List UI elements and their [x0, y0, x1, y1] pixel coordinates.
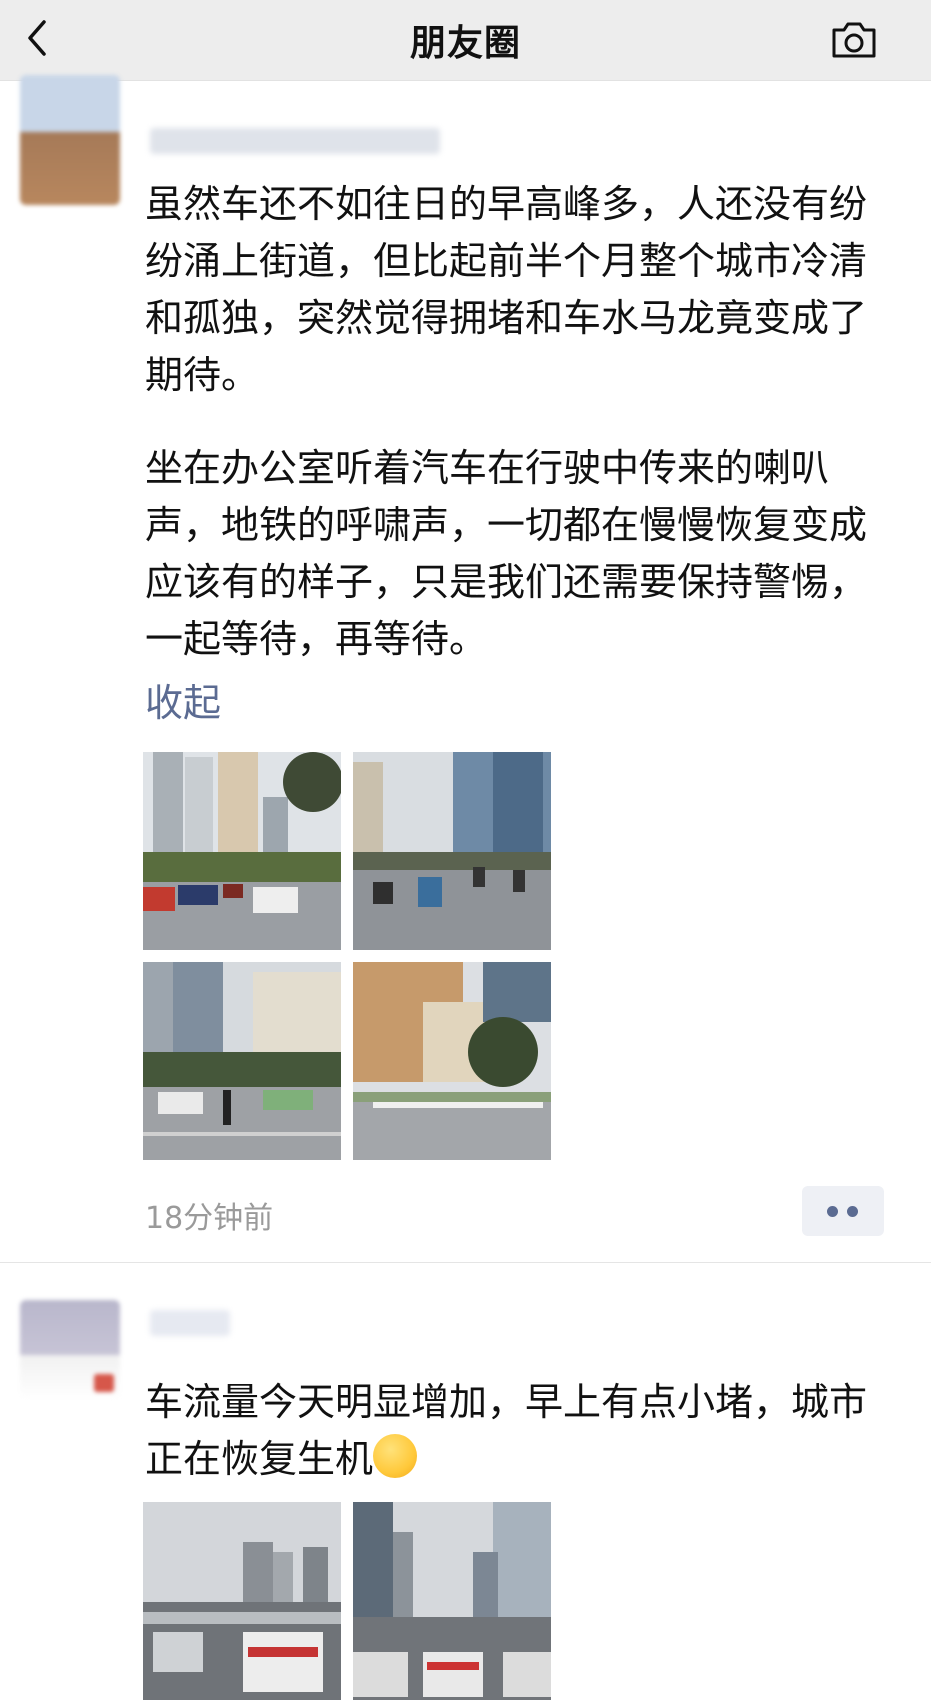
wink-tongue-emoji [373, 1434, 418, 1478]
top-nav-bar: 朋友圈 [0, 0, 931, 81]
post-text-body: 车流量今天明显增加，早上有点小堵，城市正在恢复生机 [145, 1380, 868, 1481]
street-photo-3[interactable] [143, 962, 341, 1160]
post-text: 车流量今天明显增加，早上有点小堵，城市正在恢复生机 [145, 1374, 885, 1488]
street-photo-1[interactable] [143, 752, 341, 950]
post-divider [0, 1262, 931, 1263]
post-text: 坐在办公室听着汽车在行驶中传来的喇叭声，地铁的呼啸声，一切都在慢慢恢复变成应该有… [145, 446, 868, 661]
avatar[interactable] [20, 1300, 120, 1400]
traffic-photo-1[interactable] [143, 1502, 341, 1700]
post-time: 18分钟前 [145, 1201, 274, 1236]
nickname[interactable] [150, 128, 440, 154]
collapse-link[interactable]: 收起 [145, 672, 221, 727]
street-photo-2[interactable] [353, 752, 551, 950]
post-text: 虽然车还不如往日的早高峰多，人还没有纷纷涌上街道，但比起前半个月整个城市冷清和孤… [145, 182, 868, 397]
page-title: 朋友圈 [409, 23, 521, 64]
more-dots-icon[interactable] [802, 1186, 884, 1236]
avatar[interactable] [20, 75, 120, 205]
camera-icon[interactable] [828, 14, 880, 64]
photo-grid [143, 1502, 555, 1700]
nickname[interactable] [150, 1310, 230, 1336]
street-photo-4[interactable] [353, 962, 551, 1160]
traffic-photo-2[interactable] [353, 1502, 551, 1700]
photo-grid [143, 752, 555, 1160]
